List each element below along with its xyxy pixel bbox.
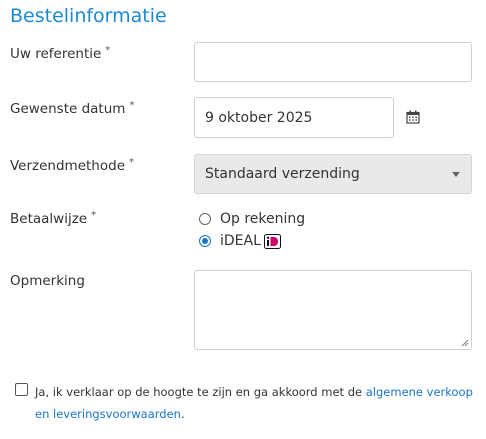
caret-down-icon bbox=[452, 172, 460, 177]
date-input[interactable] bbox=[194, 97, 394, 138]
required-mark: * bbox=[129, 157, 135, 168]
radio-ideal[interactable] bbox=[199, 235, 211, 247]
shipping-label: Verzendmethode * bbox=[10, 157, 134, 174]
terms-text-after: . bbox=[180, 407, 185, 421]
ideal-logo-icon bbox=[263, 233, 281, 249]
resize-handle-icon[interactable] bbox=[461, 339, 469, 347]
terms-checkbox[interactable] bbox=[15, 383, 28, 396]
radio-op-rekening[interactable] bbox=[199, 213, 211, 225]
reference-input[interactable] bbox=[194, 42, 472, 82]
required-mark: * bbox=[91, 210, 97, 221]
terms-text-before: Ja, ik verklaar op de hoogte te zijn en … bbox=[35, 385, 366, 399]
payment-label-text: Betaalwijze bbox=[10, 211, 88, 227]
reference-label-text: Uw referentie bbox=[10, 46, 102, 62]
payment-option-label: Op rekening bbox=[220, 211, 306, 227]
calendar-icon[interactable] bbox=[406, 110, 420, 124]
reference-label: Uw referentie * bbox=[10, 45, 110, 62]
date-label: Gewenste datum * bbox=[10, 100, 134, 117]
required-mark: * bbox=[129, 100, 135, 111]
shipping-selected-value: Standaard verzending bbox=[205, 166, 360, 182]
shipping-label-text: Verzendmethode bbox=[10, 158, 126, 174]
remark-textarea[interactable] bbox=[194, 270, 472, 350]
terms-text: Ja, ik verklaar op de hoogte te zijn en … bbox=[35, 381, 475, 425]
remark-label-text: Opmerking bbox=[10, 273, 85, 289]
remark-label: Opmerking bbox=[10, 273, 85, 289]
section-title: Bestelinformatie bbox=[10, 5, 167, 27]
date-label-text: Gewenste datum bbox=[10, 101, 126, 117]
payment-option-op-rekening[interactable]: Op rekening bbox=[199, 210, 305, 228]
required-mark: * bbox=[105, 45, 111, 56]
payment-option-label: iDEAL bbox=[220, 233, 261, 249]
payment-option-ideal[interactable]: iDEAL bbox=[199, 232, 281, 250]
payment-label: Betaalwijze * bbox=[10, 210, 96, 227]
shipping-select[interactable]: Standaard verzending bbox=[194, 154, 472, 194]
